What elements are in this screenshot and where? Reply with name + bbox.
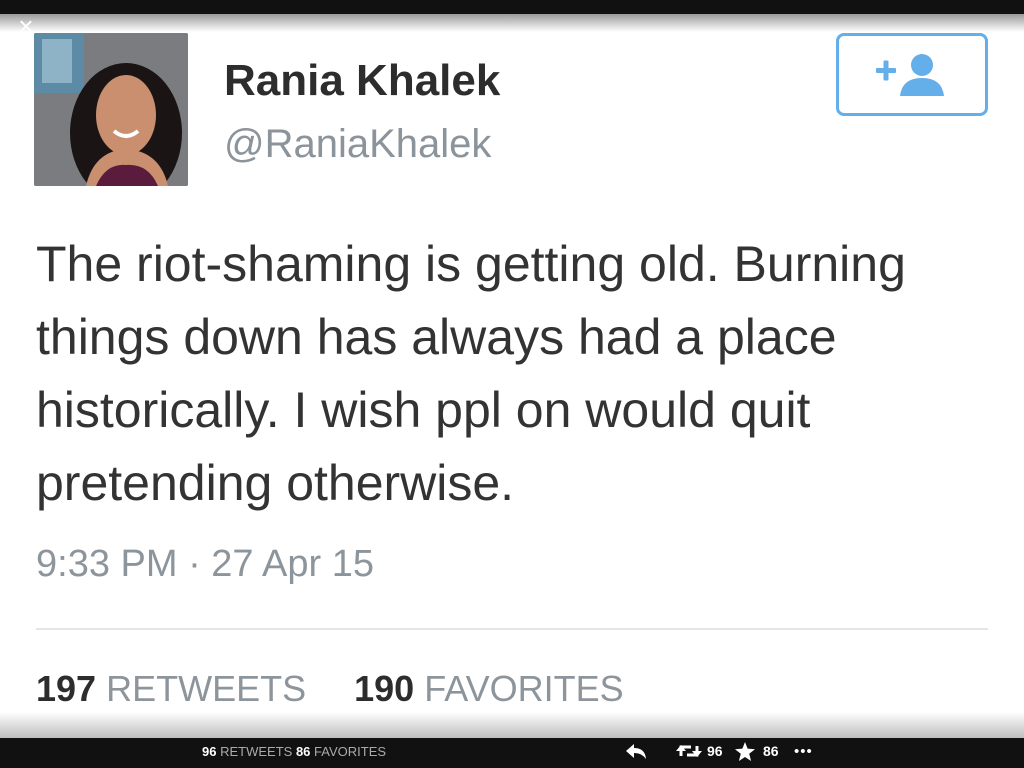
favorite-action[interactable]: 86 <box>735 740 779 762</box>
follow-button[interactable] <box>836 33 988 116</box>
more-icon[interactable]: ••• <box>794 740 813 762</box>
top-gradient <box>0 14 1024 32</box>
favorites-label[interactable]: FAVORITES <box>424 668 623 709</box>
tweet-stats: 197 RETWEETS 190 FAVORITES <box>36 668 624 710</box>
footer-retweets-label: RETWEETS <box>220 744 293 759</box>
retweet-action-count: 96 <box>707 743 723 759</box>
top-black-bar <box>0 0 1024 14</box>
profile-handle[interactable]: @RaniaKhalek <box>224 122 491 167</box>
retweets-label[interactable]: RETWEETS <box>106 668 306 709</box>
reply-icon[interactable] <box>624 740 648 762</box>
retweet-icon <box>676 745 702 757</box>
tweet-timestamp[interactable]: 9:33 PM · 27 Apr 15 <box>36 543 374 586</box>
footer-favorites-label: FAVORITES <box>314 744 387 759</box>
tweet-text: The riot-shaming is getting old. Burning… <box>36 236 906 511</box>
star-icon <box>735 741 755 761</box>
footer-stats: 96 RETWEETS 86 FAVORITES <box>202 744 386 759</box>
add-user-icon <box>876 53 944 96</box>
retweets-count[interactable]: 197 <box>36 668 96 709</box>
favorite-action-count: 86 <box>763 743 779 759</box>
footer-retweets-count: 96 <box>202 744 217 759</box>
bottom-black-bar <box>0 738 1024 768</box>
avatar[interactable] <box>34 33 188 186</box>
profile-name[interactable]: Rania Khalek <box>224 56 500 106</box>
divider <box>36 628 988 630</box>
footer-favorites-count: 86 <box>295 744 311 759</box>
retweet-action[interactable]: 96 <box>675 740 723 762</box>
favorites-count[interactable]: 190 <box>354 668 414 709</box>
